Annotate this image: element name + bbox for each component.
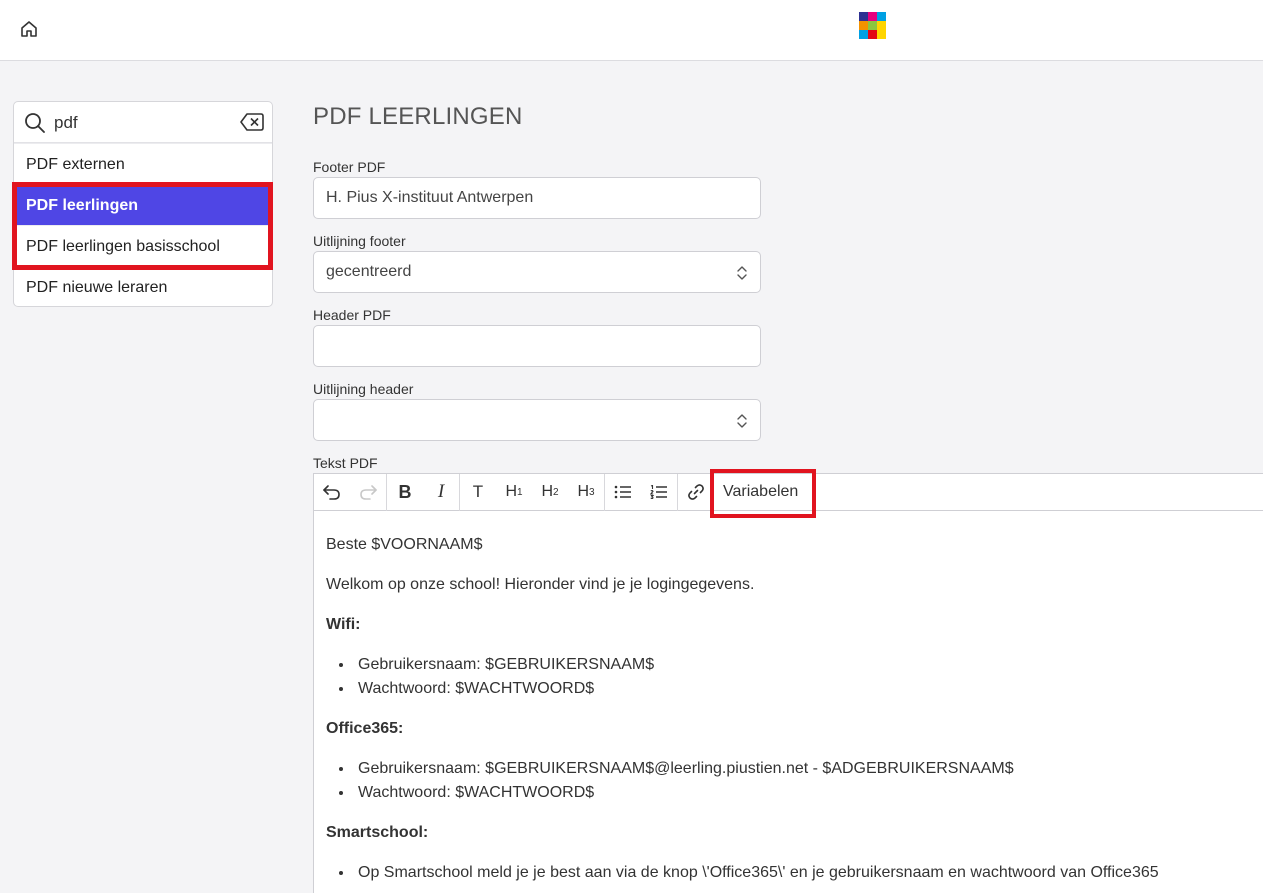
list-item: Wachtwoord: $WACHTWOORD$ bbox=[354, 679, 1260, 699]
paragraph-text-button[interactable]: T bbox=[460, 474, 496, 510]
redo-button[interactable] bbox=[350, 474, 386, 510]
office365-heading: Office365: bbox=[326, 720, 404, 737]
wifi-list: Gebruikersnaam: $GEBRUIKERSNAAM$ Wachtwo… bbox=[354, 655, 1260, 699]
heading1-button[interactable]: H1 bbox=[496, 474, 532, 510]
heading3-level: 3 bbox=[589, 486, 595, 498]
wifi-heading: Wifi: bbox=[326, 616, 361, 633]
select-chevron-icon bbox=[737, 414, 747, 428]
header-align-label: Uitlijning header bbox=[313, 381, 414, 397]
variables-button[interactable]: Variabelen bbox=[714, 474, 807, 510]
bullet-list-button[interactable] bbox=[605, 474, 641, 510]
smartschool-list: Op Smartschool meld je je best aan via d… bbox=[354, 863, 1260, 883]
search-icon bbox=[25, 113, 45, 133]
heading1-letter: H bbox=[505, 483, 517, 500]
search-input[interactable] bbox=[54, 110, 234, 136]
footer-pdf-label: Footer PDF bbox=[313, 159, 386, 175]
sidebar-item-pdf-nieuwe-leraren[interactable]: PDF nieuwe leraren bbox=[14, 266, 272, 307]
footer-pdf-input[interactable]: H. Pius X-instituut Antwerpen bbox=[313, 177, 761, 219]
header-pdf-label: Header PDF bbox=[313, 307, 391, 323]
heading2-level: 2 bbox=[553, 486, 559, 498]
list-item: Wachtwoord: $WACHTWOORD$ bbox=[354, 783, 1260, 803]
bold-button[interactable]: B bbox=[387, 474, 423, 510]
greeting-paragraph: Beste $VOORNAAM$ bbox=[326, 536, 483, 553]
sidebar-item-pdf-leerlingen-basisschool[interactable]: PDF leerlingen basisschool bbox=[14, 225, 272, 266]
sidebar-search bbox=[14, 102, 272, 143]
footer-align-value: gecentreerd bbox=[326, 263, 412, 280]
rich-text-editor[interactable]: B I T H1 H2 H3 Variabelen Beste $VOORNAA… bbox=[313, 473, 1263, 893]
heading1-level: 1 bbox=[517, 486, 523, 498]
list-item: Gebruikersnaam: $GEBRUIKERSNAAM$@leerlin… bbox=[354, 759, 1260, 779]
italic-button[interactable]: I bbox=[423, 474, 459, 510]
clear-search-icon[interactable] bbox=[240, 112, 264, 132]
editor-toolbar: B I T H1 H2 H3 Variabelen bbox=[314, 473, 1263, 511]
heading2-button[interactable]: H2 bbox=[532, 474, 568, 510]
text-pdf-label: Tekst PDF bbox=[313, 455, 378, 471]
top-bar bbox=[0, 0, 1263, 61]
heading2-letter: H bbox=[541, 483, 553, 500]
home-icon[interactable] bbox=[19, 19, 39, 39]
numbered-list-icon bbox=[650, 485, 667, 499]
koba-logo bbox=[859, 12, 886, 39]
redo-icon bbox=[360, 485, 377, 500]
page-title: PDF LEERLINGEN bbox=[313, 103, 523, 130]
sidebar-item-pdf-externen[interactable]: PDF externen bbox=[14, 143, 272, 184]
header-align-select[interactable] bbox=[313, 399, 761, 441]
select-chevron-icon bbox=[737, 266, 747, 280]
header-pdf-input[interactable] bbox=[313, 325, 761, 367]
footer-align-label: Uitlijning footer bbox=[313, 233, 406, 249]
numbered-list-button[interactable] bbox=[641, 474, 677, 510]
list-item: Op Smartschool meld je je best aan via d… bbox=[354, 863, 1260, 883]
bullet-list-icon bbox=[614, 485, 631, 499]
settings-sidebar: PDF externen PDF leerlingen PDF leerling… bbox=[13, 101, 273, 307]
undo-icon bbox=[323, 485, 340, 500]
link-icon bbox=[688, 484, 704, 500]
list-item: Gebruikersnaam: $GEBRUIKERSNAAM$ bbox=[354, 655, 1260, 675]
link-button[interactable] bbox=[678, 474, 714, 510]
intro-paragraph: Welkom op onze school! Hieronder vind je… bbox=[326, 576, 755, 593]
office365-list: Gebruikersnaam: $GEBRUIKERSNAAM$@leerlin… bbox=[354, 759, 1260, 803]
undo-button[interactable] bbox=[314, 474, 350, 510]
editor-content[interactable]: Beste $VOORNAAM$ Welkom op onze school! … bbox=[314, 511, 1263, 883]
heading3-button[interactable]: H3 bbox=[568, 474, 604, 510]
heading3-letter: H bbox=[577, 483, 589, 500]
sidebar-item-pdf-leerlingen[interactable]: PDF leerlingen bbox=[14, 184, 272, 225]
smartschool-heading: Smartschool: bbox=[326, 824, 429, 841]
footer-align-select[interactable]: gecentreerd bbox=[313, 251, 761, 293]
